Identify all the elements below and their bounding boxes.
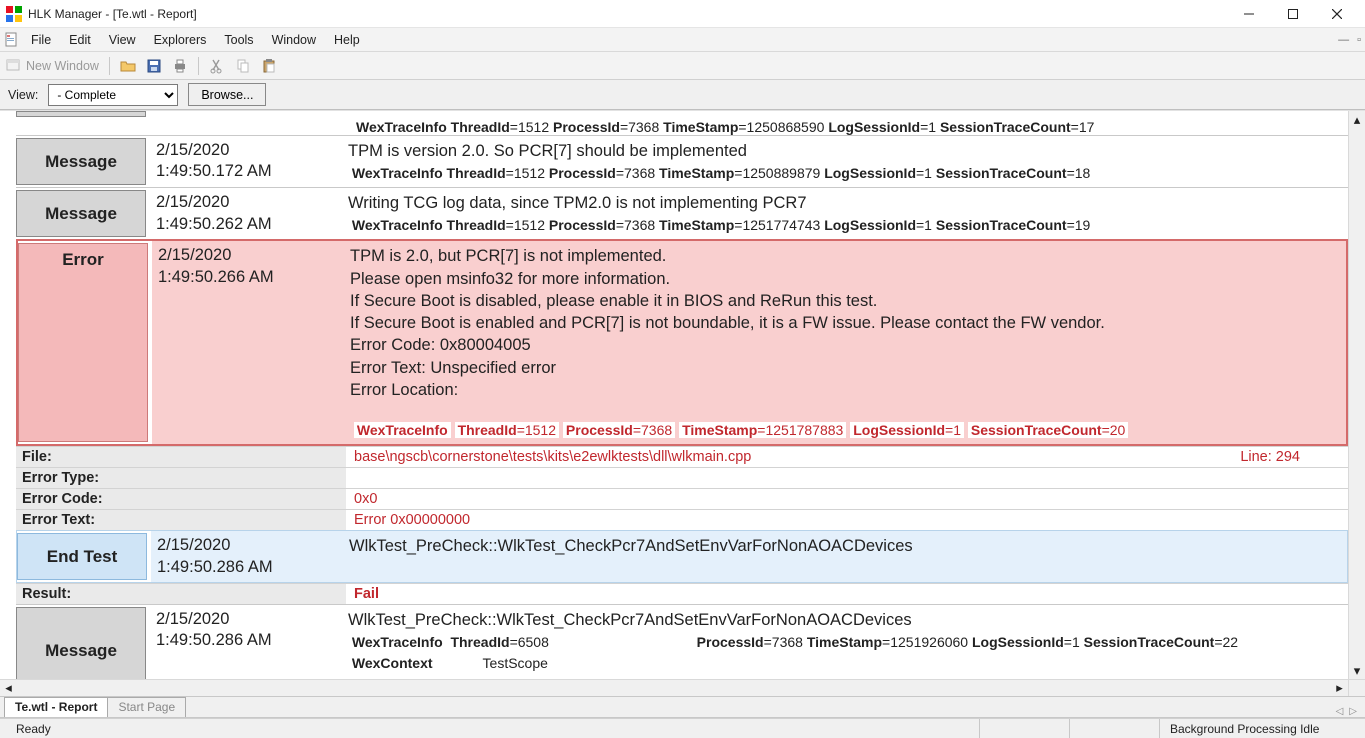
row-badge-endtest: End Test [17, 533, 147, 580]
tab-report[interactable]: Te.wtl - Report [4, 697, 108, 717]
menu-explorers[interactable]: Explorers [145, 28, 216, 51]
row-timestamp: 2/15/20201:49:50.172 AM [150, 136, 340, 187]
log-row-error: Error 2/15/20201:49:50.266 AM TPM is 2.0… [16, 239, 1348, 446]
row-body: WlkTest_PreCheck::WlkTest_CheckPcr7AndSe… [340, 605, 1348, 679]
row-timestamp: 2/15/20201:49:50.286 AM [151, 531, 341, 582]
kv-error-type: Error Type: [16, 467, 1348, 488]
scroll-down-icon[interactable]: ▾ [1349, 662, 1365, 679]
kv-label: Error Text: [16, 510, 346, 530]
row-timestamp: 2/15/20201:49:50.286 AM [150, 605, 340, 679]
log-row-message: Message 2/15/20201:49:50.286 AM WlkTest_… [16, 604, 1348, 679]
view-select[interactable]: - Complete [48, 84, 178, 106]
separator [109, 57, 110, 75]
scroll-left-icon[interactable]: ◂ [0, 680, 17, 697]
row-trace-error: WexTraceInfo ThreadId=1512 ProcessId=736… [350, 421, 1338, 440]
maximize-button[interactable] [1271, 0, 1315, 28]
menu-view[interactable]: View [100, 28, 145, 51]
log-row-message: Message 2/15/20201:49:50.172 AM TPM is v… [16, 135, 1348, 187]
row-badge-message: Message [16, 190, 146, 237]
log-row-message: Message 2/15/20201:49:50.262 AM Writing … [16, 187, 1348, 239]
row-body: WlkTest_PreCheck::WlkTest_CheckPcr7AndSe… [341, 531, 1347, 582]
window-title: HLK Manager - [Te.wtl - Report] [28, 7, 197, 21]
tab-start-page[interactable]: Start Page [107, 697, 186, 717]
kv-label: Result: [16, 584, 346, 604]
scroll-corner [1348, 679, 1365, 696]
view-label: View: [8, 88, 38, 102]
row-trace: WexTraceInfo ThreadId=1512 ProcessId=736… [348, 164, 1340, 183]
browse-button[interactable]: Browse... [188, 83, 266, 106]
kv-value: 0x0 [346, 489, 1348, 509]
row-trace: WexContextTestScope [348, 654, 1340, 673]
menu-file[interactable]: File [22, 28, 60, 51]
row-body: Writing TCG log data, since TPM2.0 is no… [340, 188, 1348, 239]
paste-icon[interactable] [259, 56, 279, 76]
kv-error-code: Error Code: 0x0 [16, 488, 1348, 509]
menu-tools[interactable]: Tools [215, 28, 262, 51]
kv-error-text: Error Text: Error 0x00000000 [16, 509, 1348, 530]
row-body: TPM is version 2.0. So PCR[7] should be … [340, 136, 1348, 187]
row-badge-error: Error [18, 243, 148, 442]
status-ready: Ready [6, 719, 979, 738]
kv-value: Error 0x00000000 [346, 510, 1348, 530]
kv-label: File: [16, 447, 346, 467]
menu-window[interactable]: Window [263, 28, 325, 51]
mdi-restore-icon[interactable]: ▫ [1357, 34, 1361, 46]
minimize-button[interactable] [1227, 0, 1271, 28]
kv-value: Fail [346, 584, 1348, 604]
kv-value: base\ngscb\cornerstone\tests\kits\e2ewlk… [346, 447, 1348, 467]
row-trace: WexTraceInfo ThreadId=1512 ProcessId=736… [348, 216, 1340, 235]
kv-result: Result: Fail [16, 583, 1348, 604]
horizontal-scrollbar[interactable]: ◂ ▸ [0, 679, 1348, 696]
close-button[interactable] [1315, 0, 1359, 28]
kv-value [346, 468, 1348, 488]
app-icon [6, 6, 22, 22]
new-window-button[interactable]: New Window [6, 58, 99, 74]
status-bar: Ready Background Processing Idle [0, 718, 1365, 738]
copy-icon[interactable] [233, 56, 253, 76]
partial-row-top [16, 111, 1348, 119]
status-background: Background Processing Idle [1159, 719, 1359, 738]
tab-nav-left-icon[interactable]: ◁ [1336, 706, 1344, 717]
row-trace: WexTraceInfo ThreadId=6508 ProcessId=736… [348, 633, 1340, 652]
mdi-controls: — ▫ [1338, 28, 1365, 51]
menu-bar: File Edit View Explorers Tools Window He… [0, 28, 1365, 52]
row-body: TPM is 2.0, but PCR[7] is not implemente… [342, 241, 1346, 444]
save-icon[interactable] [144, 56, 164, 76]
row-badge-message: Message [16, 607, 146, 679]
separator [198, 57, 199, 75]
kv-label: Error Code: [16, 489, 346, 509]
vertical-scrollbar[interactable]: ▴ ▾ [1348, 111, 1365, 679]
log-row-endtest: End Test 2/15/20201:49:50.286 AM WlkTest… [16, 530, 1348, 583]
cut-icon[interactable] [207, 56, 227, 76]
mdi-minimize-icon[interactable]: — [1338, 34, 1349, 46]
scroll-right-icon[interactable]: ▸ [1331, 680, 1348, 697]
document-icon [2, 28, 22, 51]
print-icon[interactable] [170, 56, 190, 76]
kv-label: Error Type: [16, 468, 346, 488]
partial-trace-top: WexTraceInfo ThreadId=1512 ProcessId=736… [16, 119, 1348, 135]
view-bar: View: - Complete Browse... [0, 80, 1365, 110]
menu-edit[interactable]: Edit [60, 28, 100, 51]
title-bar: HLK Manager - [Te.wtl - Report] [0, 0, 1365, 28]
row-timestamp: 2/15/20201:49:50.262 AM [150, 188, 340, 239]
scroll-up-icon[interactable]: ▴ [1349, 111, 1365, 128]
report-area: WexTraceInfo ThreadId=1512 ProcessId=736… [0, 110, 1365, 696]
status-slot [1069, 719, 1159, 738]
row-badge-message: Message [16, 138, 146, 185]
tab-nav-right-icon[interactable]: ▷ [1349, 706, 1357, 717]
document-tabs: Te.wtl - Report Start Page ◁ ▷ [0, 696, 1365, 718]
row-timestamp: 2/15/20201:49:50.266 AM [152, 241, 342, 444]
kv-file: File: base\ngscb\cornerstone\tests\kits\… [16, 446, 1348, 467]
toolbar: New Window [0, 52, 1365, 80]
menu-help[interactable]: Help [325, 28, 369, 51]
status-slot [979, 719, 1069, 738]
open-icon[interactable] [118, 56, 138, 76]
